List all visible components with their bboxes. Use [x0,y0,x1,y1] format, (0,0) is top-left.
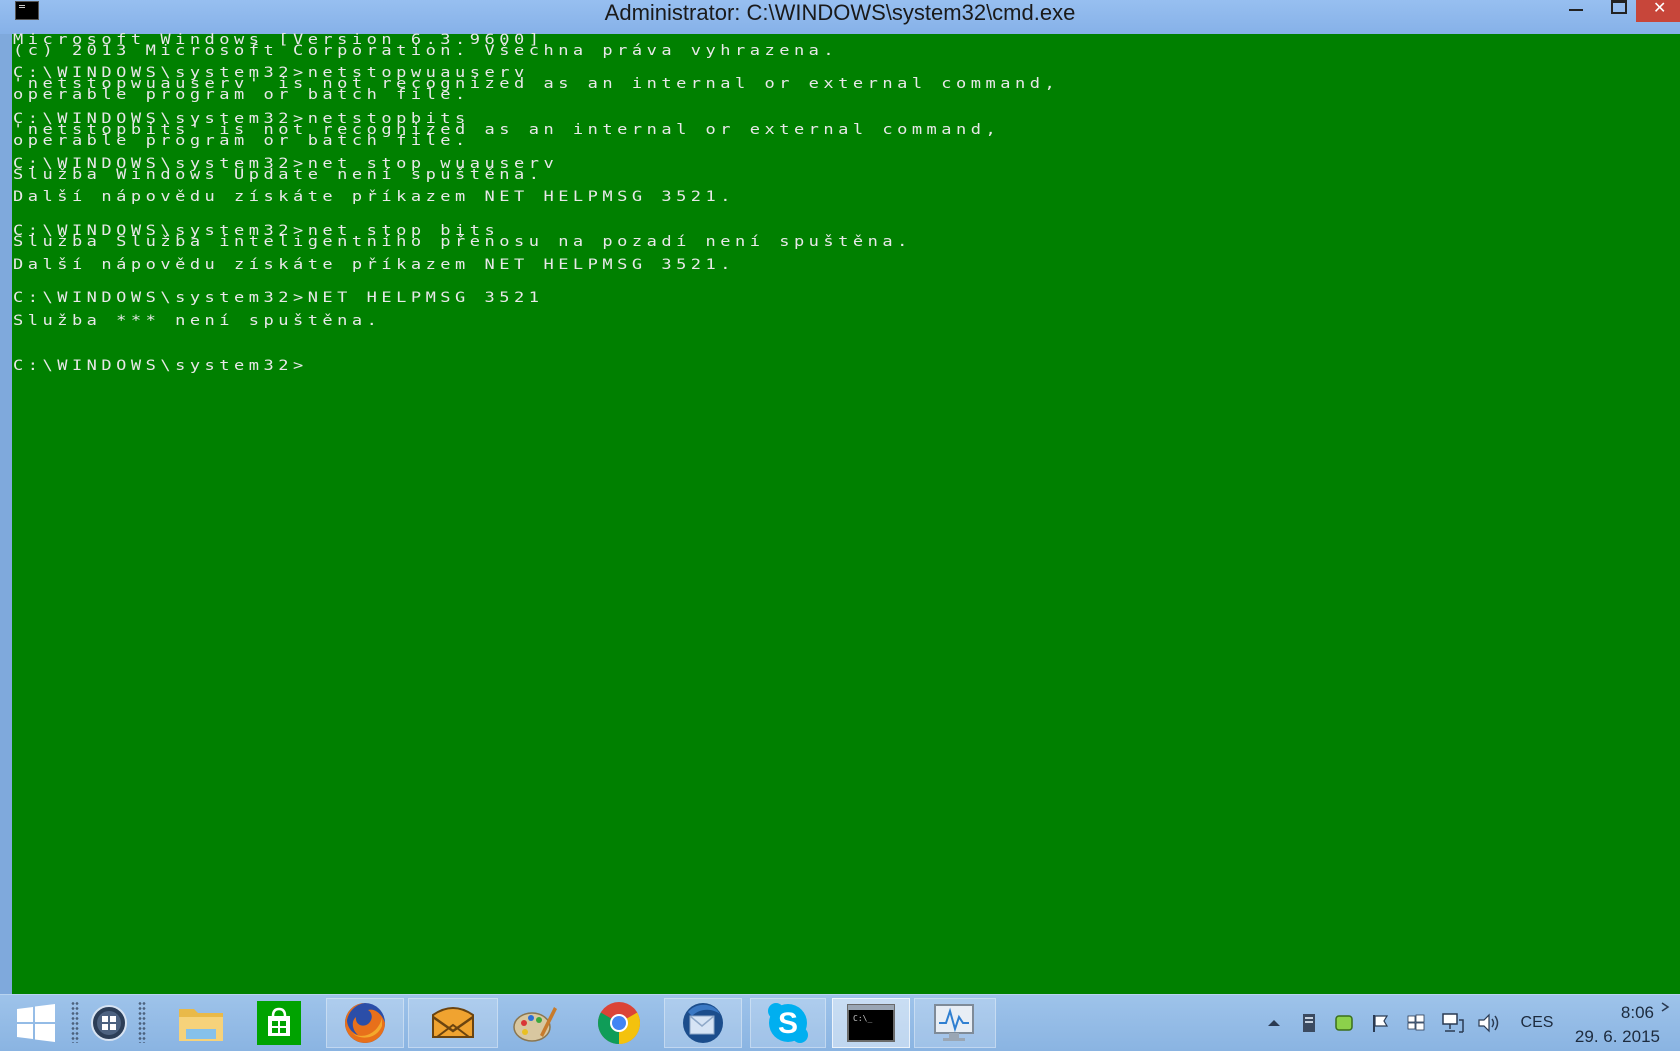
console-line: Služba *** není spuštěna. [13,312,382,330]
system-menu-icon [91,1005,127,1041]
chrome-icon [597,1002,641,1044]
taskbar-app-resource-monitor[interactable] [914,998,996,1048]
windows-logo-icon [17,1004,55,1042]
taskbar-app-chrome[interactable] [584,998,654,1048]
taskbar-app-cmd[interactable]: C:\_ [832,998,910,1048]
maximize-button[interactable] [1598,0,1638,22]
thunderbird-icon [683,1003,723,1043]
windows-update-tray-icon[interactable] [1404,995,1428,1051]
window-title: Administrator: C:\WINDOWS\system32\cmd.e… [604,0,1076,25]
network-icon[interactable] [1440,995,1466,1051]
windows-small-icon [1407,1014,1425,1031]
volume-icon[interactable] [1476,995,1502,1051]
taskbar-app-system-menu[interactable] [84,998,134,1048]
console-line: Služba Windows Update není spuštěna. [13,166,544,184]
language-indicator[interactable]: CES [1512,995,1562,1051]
store-icon [257,1001,301,1045]
folder-icon [179,1009,223,1041]
chevron-up-icon [1268,1020,1280,1026]
minimize-button[interactable] [1555,0,1595,22]
console-line: Služba Služba inteligentního přenosu na … [13,233,912,251]
console-line: (c) 2013 Microsoft Corporation. Všechna … [13,42,839,60]
chevron-left-icon [1661,1002,1670,1012]
console-line: Další nápovědu získáte příkazem NET HELP… [13,188,736,206]
title-bar[interactable]: Administrator: C:\WINDOWS\system32\cmd.e… [0,0,1680,34]
console-output[interactable]: Microsoft Windows [Version 6.3.9600] (c)… [12,33,1680,994]
console-line: C:\WINDOWS\system32> [13,357,308,375]
network-wired-icon [1442,1013,1464,1033]
console-line: operable program or batch file. [13,132,470,150]
console-line: C:\WINDOWS\system32>NET HELPMSG 3521 [13,289,544,307]
flag-icon [1373,1015,1389,1032]
start-button[interactable] [8,998,64,1048]
paint-palette-icon [513,1007,557,1042]
console-line: operable program or batch file. [13,86,470,104]
clock[interactable]: 8:06 29. 6. 2015 [1562,995,1662,1051]
svg-text:S: S [778,1007,798,1040]
command-prompt-icon: C:\_ [847,1004,895,1042]
taskbar-app-file-explorer[interactable] [168,998,234,1048]
skype-icon: S [768,1003,808,1043]
action-center-icon[interactable] [1368,995,1392,1051]
close-button[interactable] [1636,0,1680,22]
speaker-icon [1478,1013,1499,1033]
resource-monitor-icon [934,1004,974,1041]
console-line: Další nápovědu získáte příkazem NET HELP… [13,256,736,274]
storage-icon [1303,1014,1315,1032]
tray-device-icon[interactable] [1298,995,1320,1051]
svg-text:C:\_: C:\_ [853,1014,872,1023]
clock-time: 8:06 [1620,1003,1654,1022]
show-hidden-icons-button[interactable] [1264,995,1284,1051]
taskbar-app-skype[interactable]: S [750,998,826,1048]
mail-icon [432,1007,474,1038]
taskbar-grip[interactable] [71,1001,79,1043]
taskbar: S C:\_ CES 8:06 29. 6. 2015 [0,994,1680,1051]
taskbar-grip[interactable] [138,1001,146,1043]
taskbar-app-thunderbird[interactable] [664,998,742,1048]
taskbar-app-firefox[interactable] [326,998,404,1048]
tray-app-icon[interactable] [1332,995,1356,1051]
green-app-icon [1335,1015,1353,1031]
taskbar-app-paint[interactable] [505,998,565,1048]
firefox-icon [345,1003,385,1043]
cmd-window: Administrator: C:\WINDOWS\system32\cmd.e… [0,0,1680,994]
taskbar-app-mail[interactable] [408,998,498,1048]
clock-date: 29. 6. 2015 [1574,1027,1660,1046]
show-desktop-button[interactable] [1656,995,1676,1019]
taskbar-app-store[interactable] [246,998,312,1048]
